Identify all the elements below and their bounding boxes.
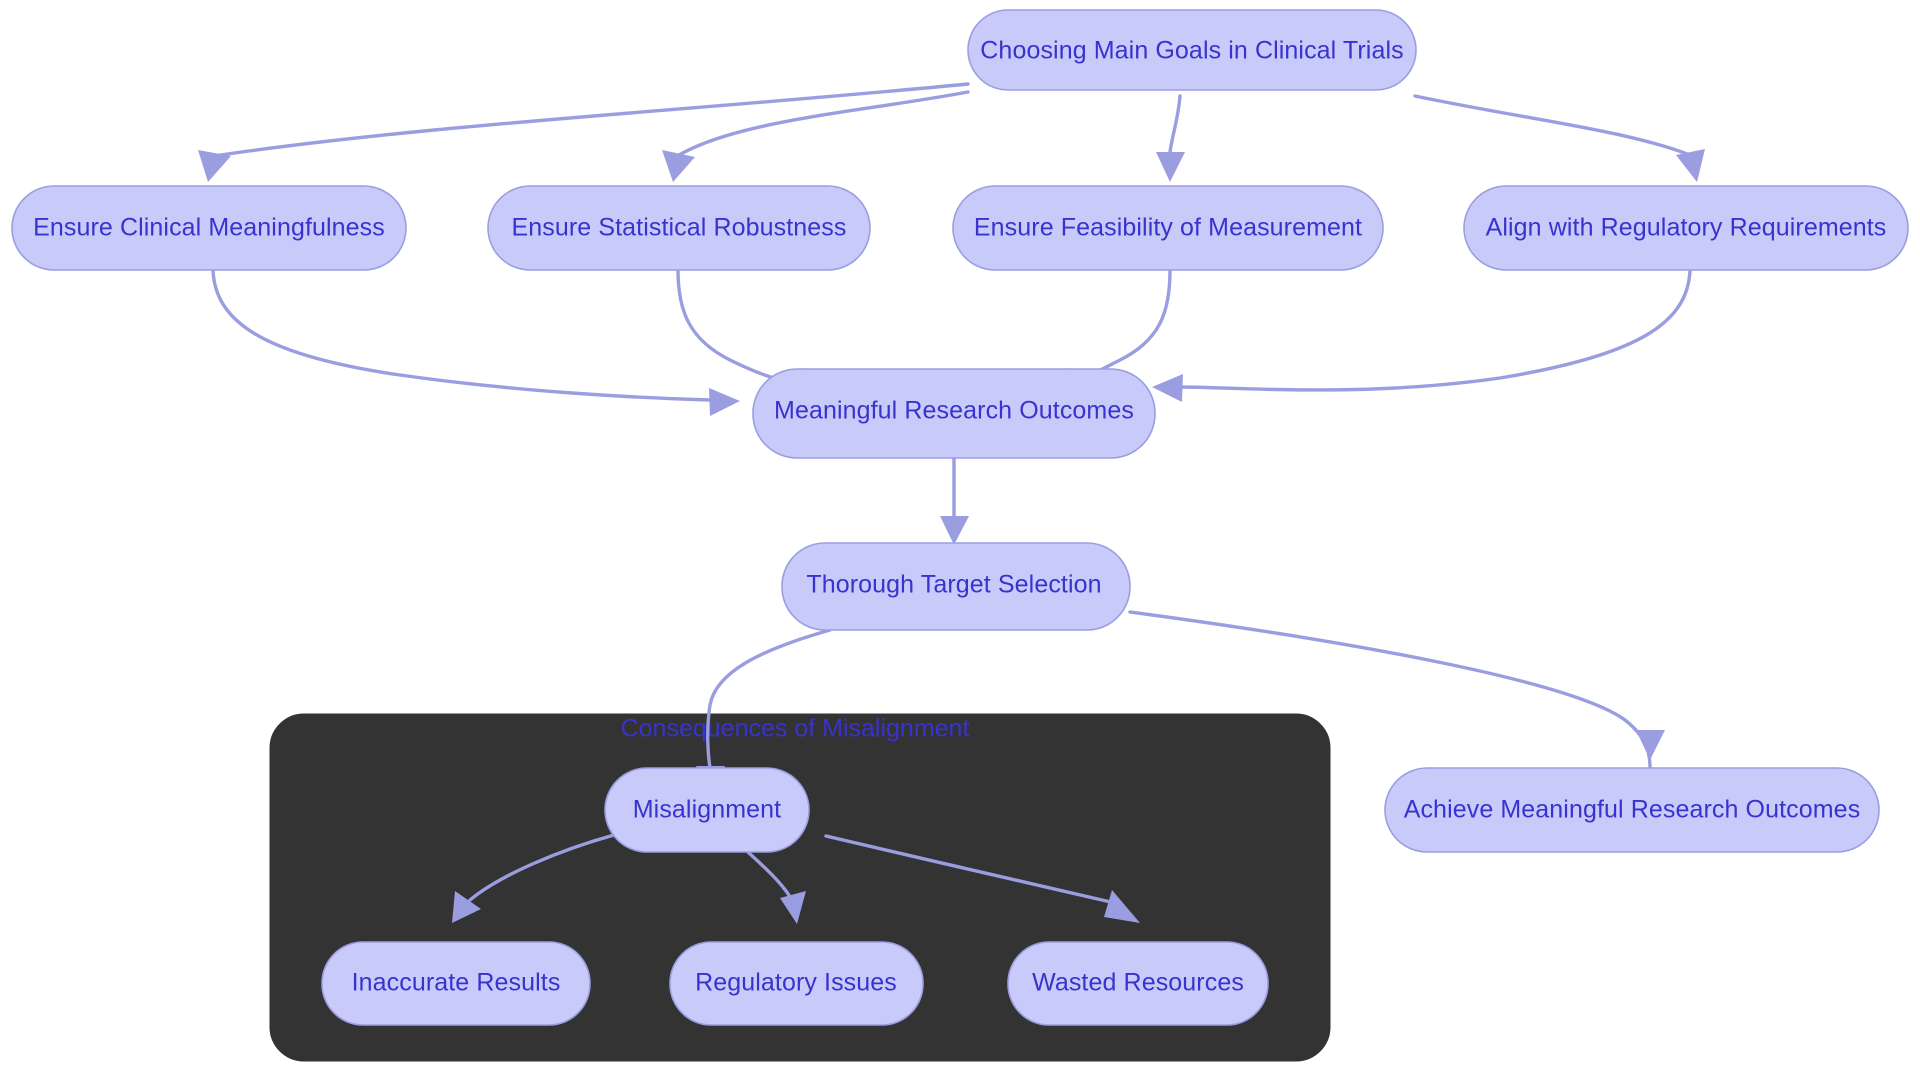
cluster-title-label: Consequences of Misalignment — [621, 715, 970, 743]
arrow-head-icon — [1676, 149, 1705, 182]
node-label-selection: Thorough Target Selection — [806, 571, 1101, 599]
node-label-statistical: Ensure Statistical Robustness — [511, 214, 846, 242]
edge-root-to-regulatory — [1413, 94, 1705, 182]
edge-regulatory-to-outcomes — [1152, 268, 1692, 402]
node-meaningful-research-outcomes[interactable]: Meaningful Research Outcomes — [752, 368, 1156, 459]
node-label-achieve: Achieve Meaningful Research Outcomes — [1404, 796, 1861, 824]
arrow-head-icon — [1636, 730, 1665, 760]
edge-clinical-to-outcomes — [211, 268, 740, 416]
node-inaccurate-results[interactable]: Inaccurate Results — [321, 941, 591, 1026]
edge-root-to-feasibility — [1156, 94, 1185, 182]
node-choosing-main-goals[interactable]: Choosing Main Goals in Clinical Trials — [967, 9, 1417, 91]
arrow-head-icon — [940, 516, 969, 545]
node-label-clinical: Ensure Clinical Meaningfulness — [33, 214, 385, 242]
flowchart-canvas: Consequences of Misalignment Choosing Ma… — [0, 0, 1920, 1080]
node-regulatory-issues[interactable]: Regulatory Issues — [669, 941, 924, 1026]
node-achieve-meaningful-research-outcomes[interactable]: Achieve Meaningful Research Outcomes — [1384, 767, 1880, 853]
node-misalignment[interactable]: Misalignment — [604, 767, 810, 853]
node-label-regulatory-issues: Regulatory Issues — [695, 969, 897, 997]
edge-outcomes-to-selection — [940, 456, 969, 545]
node-label-root: Choosing Main Goals in Clinical Trials — [980, 37, 1403, 65]
node-label-inaccurate: Inaccurate Results — [352, 969, 561, 997]
node-ensure-feasibility-of-measurement[interactable]: Ensure Feasibility of Measurement — [952, 185, 1384, 271]
flowchart-svg: Consequences of Misalignment Choosing Ma… — [11, 9, 1909, 1062]
arrow-head-icon — [709, 388, 740, 416]
node-label-outcomes: Meaningful Research Outcomes — [774, 397, 1134, 425]
node-thorough-target-selection[interactable]: Thorough Target Selection — [781, 542, 1131, 631]
node-align-with-regulatory-requirements[interactable]: Align with Regulatory Requirements — [1463, 185, 1909, 271]
node-label-regulatory: Align with Regulatory Requirements — [1486, 214, 1887, 242]
arrow-head-icon — [1152, 374, 1183, 402]
arrow-head-icon — [662, 150, 695, 182]
arrow-head-icon — [1156, 152, 1185, 182]
node-label-wasted: Wasted Resources — [1032, 969, 1244, 997]
node-ensure-clinical-meaningfulness[interactable]: Ensure Clinical Meaningfulness — [11, 185, 407, 271]
node-ensure-statistical-robustness[interactable]: Ensure Statistical Robustness — [487, 185, 871, 271]
node-wasted-resources[interactable]: Wasted Resources — [1007, 941, 1269, 1026]
node-label-misalignment: Misalignment — [633, 796, 781, 824]
node-label-feasibility: Ensure Feasibility of Measurement — [974, 214, 1362, 242]
edge-root-to-clinical — [198, 82, 970, 182]
